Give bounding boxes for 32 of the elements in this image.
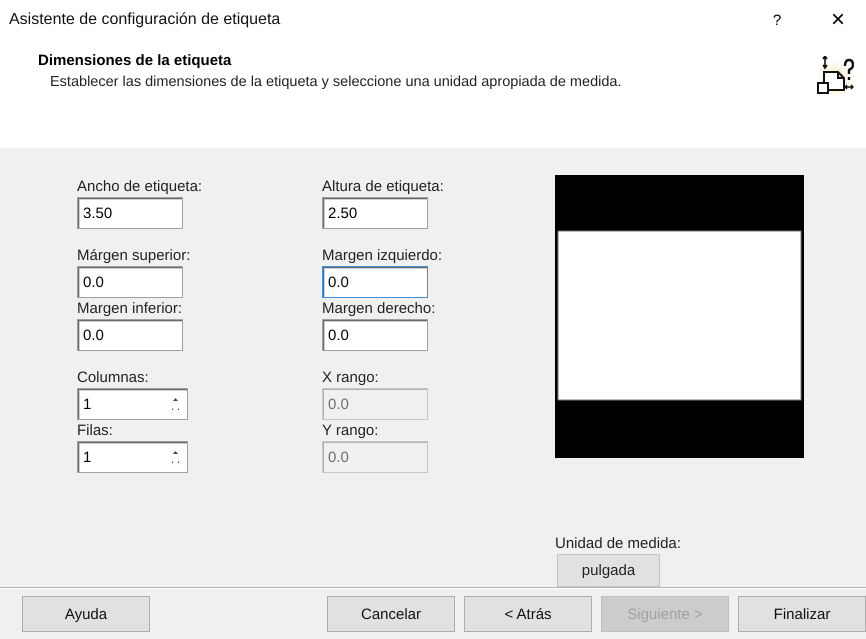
field-label: Margen izquierdo: [322,247,444,264]
wizard-button[interactable]: Ayuda [22,596,150,632]
wizard-button[interactable]: Cancelar [327,596,455,632]
field-label: Columnas: [77,369,150,386]
close-button[interactable]: × [826,6,850,34]
page-description: Establecer las dimensiones de la etiqueta y seleccione una unidad apropiada de medida. [49,73,623,92]
field-label: Margen derecho: [322,300,436,317]
spin-box[interactable]: 1 [77,441,188,473]
field-label: Ancho de etiqueta: [77,178,204,195]
field-label: Margen inferior: [77,300,184,317]
page-heading: Dimensiones de la etiqueta [38,52,232,69]
spin-box[interactable]: 1 [77,388,188,420]
field-label: Altura de etiqueta: [322,178,445,195]
input-field[interactable]: 2.50 [322,197,428,229]
spin-arrows-icon[interactable] [171,450,180,464]
window-title: Asistente de configuración de etiqueta [9,11,282,29]
help-button[interactable]: ? [768,12,786,28]
wizard-button[interactable]: Finalizar [738,596,866,632]
page-size-icon [816,56,854,98]
input-field[interactable]: 0.0 [322,266,428,298]
field-label: X rango: [322,369,380,386]
input-field[interactable]: 0.0 [77,266,183,298]
field-label: Márgen superior: [77,247,192,264]
input-field[interactable]: 3.50 [77,197,183,229]
spin-arrows-icon[interactable] [171,397,180,411]
input-field[interactable]: 0.0 [322,319,428,351]
wizard-button[interactable]: < Atrás [464,596,592,632]
field-label: Y rango: [322,422,380,439]
field-label: Filas: [77,422,114,439]
unit-label: Unidad de medida: [555,535,682,552]
unit-button[interactable]: pulgada [557,554,660,587]
input-field[interactable]: 0.0 [77,319,183,351]
